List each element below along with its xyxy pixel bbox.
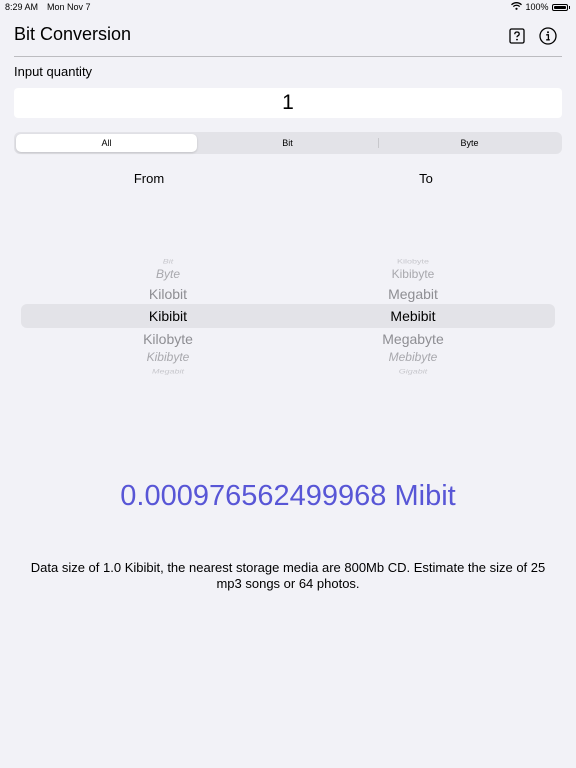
from-picker-item[interactable]: Byte [68,267,268,281]
to-label: To [419,171,433,186]
status-bar: 8:29 AM Mon Nov 7 100% [0,0,576,14]
storage-description: Data size of 1.0 Kibibit, the nearest st… [30,560,546,591]
to-picker-item-selected[interactable]: Mebibit [313,308,513,324]
status-indicators: 100% [511,2,570,12]
from-picker-item-selected[interactable]: Kibibit [68,308,268,324]
battery-percent: 100% [525,2,549,12]
segmented-control: All Bit Byte [14,132,562,154]
help-button[interactable] [508,27,526,45]
from-picker-item[interactable]: Megabit [68,367,268,375]
conversion-result: 0.000976562499968 Mibit [120,480,456,512]
to-picker-item[interactable]: Kilobyte [313,257,513,265]
quantity-input[interactable] [14,88,562,118]
info-button[interactable] [539,27,557,45]
to-picker-item[interactable]: Gigabit [313,367,513,375]
status-time: 8:29 AM [5,2,39,12]
segment-bit[interactable]: Bit [197,134,378,152]
segment-all[interactable]: All [16,134,197,152]
to-picker-item[interactable]: Megabit [313,286,513,302]
battery-tip [568,5,570,9]
page-title: Bit Conversion [14,24,132,44]
header-divider [14,56,562,57]
from-picker-item[interactable]: Kilobyte [68,331,268,347]
wifi-icon [511,2,523,12]
from-label: From [133,171,165,186]
from-picker-item[interactable]: Bit [68,257,268,265]
to-picker-item[interactable]: Mebibyte [313,350,513,364]
from-picker-item[interactable]: Kibibyte [68,350,268,364]
battery-icon [551,3,568,11]
question-mark-box-icon [509,28,525,44]
to-picker-item[interactable]: Megabyte [313,331,513,347]
segment-byte[interactable]: Byte [379,134,560,152]
to-picker-item[interactable]: Kibibyte [313,267,513,281]
input-label: Input quantity [14,64,93,79]
from-picker-item[interactable]: Kilobit [68,286,268,302]
info-circle-icon [539,27,557,45]
status-date: Mon Nov 7 [47,2,91,12]
